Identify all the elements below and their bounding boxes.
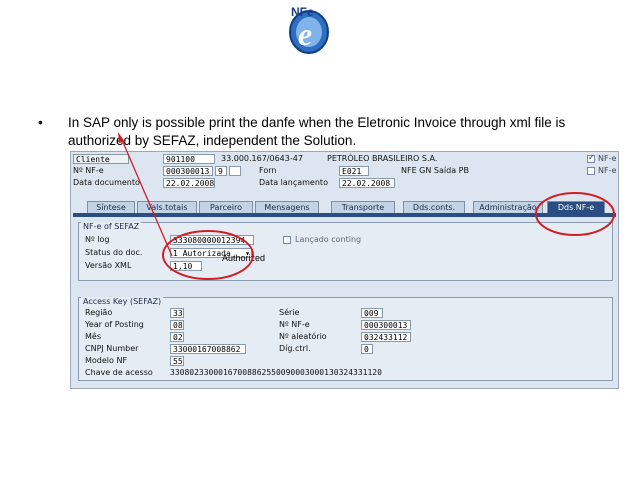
tab-dds-nfe[interactable]: Dds.NF-e	[547, 201, 605, 213]
tab-strip: Síntese Vals.totais Parceiro Mensagens T…	[73, 201, 616, 213]
cliente-field[interactable]: 901100	[163, 154, 215, 164]
launch-date-field[interactable]: 22.02.2008	[339, 178, 395, 188]
bullet-symbol: •	[38, 115, 43, 130]
nfe-number-field[interactable]: 000300013	[163, 166, 213, 176]
forn-field[interactable]: E021	[339, 166, 369, 176]
svg-text:e: e	[298, 16, 312, 52]
year-field[interactable]: 08	[170, 320, 184, 330]
serie-label: Série	[279, 308, 300, 317]
tab-dds-conts[interactable]: Dds.conts.	[403, 201, 465, 213]
access-key-group: Access Key (SEFAZ) Região 33 Year of Pos…	[78, 297, 613, 381]
tab-sintese[interactable]: Síntese	[87, 201, 135, 213]
tab-transporte[interactable]: Transporte	[331, 201, 395, 213]
log-label: Nº log	[85, 235, 110, 244]
xml-version-label: Versão XML	[85, 261, 132, 270]
status-label: Status do doc.	[85, 248, 143, 257]
cliente-label: Cliente	[73, 154, 129, 164]
serie-field[interactable]: 009	[361, 308, 383, 318]
random-label: Nº aleatório	[279, 332, 327, 341]
bullet-text: In SAP only is possible print the danfe …	[68, 115, 566, 148]
launch-date-label: Data lançamento	[259, 178, 328, 187]
company-name: PETRÓLEO BRASILEIRO S.A.	[327, 154, 438, 163]
forn-label: Forn	[259, 166, 277, 175]
modelo-label: Modelo NF	[85, 356, 128, 365]
cnpj-number-field[interactable]: 33000167008862	[170, 344, 246, 354]
sefaz-group-title: NF-e of SEFAZ	[81, 222, 142, 231]
sap-nfe-screen: Cliente 901100 33.000.167/0643-47 PETRÓL…	[70, 151, 619, 389]
modelo-field[interactable]: 55	[170, 356, 184, 366]
regiao-label: Região	[85, 308, 113, 317]
chave-value: 3308023300016700886255009000300013032433…	[170, 368, 382, 377]
tab-administracao[interactable]: Administração	[473, 201, 543, 213]
xml-version-field[interactable]: 1,10	[170, 261, 202, 271]
doc-date-field[interactable]: 22.02.2008	[163, 178, 215, 188]
nfe-key-label: Nº NF-e	[279, 320, 310, 329]
authorized-annotation: Authorized	[222, 253, 266, 263]
cnpj-text: 33.000.167/0643-47	[221, 154, 303, 163]
tab-band	[73, 213, 616, 217]
cnpj-number-label: CNPJ Number	[85, 344, 139, 353]
year-label: Year of Posting	[85, 320, 144, 329]
tab-vals-totais[interactable]: Vals.totais	[137, 201, 197, 213]
tab-mensagens[interactable]: Mensagens	[255, 201, 319, 213]
mes-field[interactable]: 02	[170, 332, 184, 342]
nfe-number-label: Nº NF-e	[73, 166, 104, 175]
nfe-flag2-label: NF-e	[598, 166, 617, 175]
nfe-series-field[interactable]: 9	[215, 166, 227, 176]
dig-ctrl-field[interactable]: 0	[361, 344, 373, 354]
dig-ctrl-label: Díg.ctrl.	[279, 344, 311, 353]
contingency-checkbox[interactable]	[283, 236, 291, 244]
nfe-logo: NFe e	[283, 2, 333, 58]
nfe-flag-checkbox[interactable]	[587, 153, 595, 163]
forn-description: NFE GN Saída PB	[401, 166, 469, 175]
tab-parceiro[interactable]: Parceiro	[199, 201, 253, 213]
nfe-flag-label: NF-e	[598, 154, 617, 163]
chave-label: Chave de acesso	[85, 368, 153, 377]
access-key-group-title: Access Key (SEFAZ)	[81, 297, 164, 306]
random-field[interactable]: 032433112	[361, 332, 411, 342]
log-field[interactable]: 333080000012394	[170, 235, 254, 245]
nfe-flag2-checkbox[interactable]	[587, 167, 595, 175]
nfe-key-field[interactable]: 000300013	[361, 320, 411, 330]
nfe-series-extra-field[interactable]	[229, 166, 241, 176]
doc-date-label: Data documento	[73, 178, 140, 187]
regiao-field[interactable]: 33	[170, 308, 184, 318]
sefaz-group: NF-e of SEFAZ Nº log 333080000012394 Lan…	[78, 222, 613, 281]
contingency-label: Lançado conting	[295, 235, 362, 244]
mes-label: Mês	[85, 332, 101, 341]
